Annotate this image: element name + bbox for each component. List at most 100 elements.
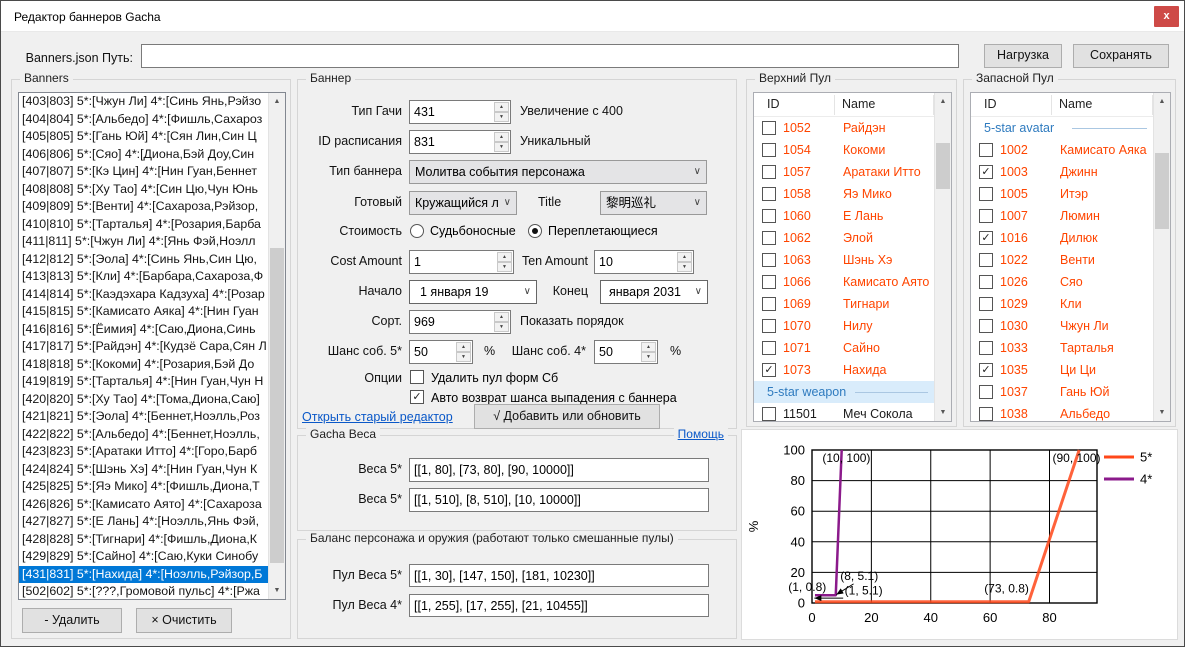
scrollbar-thumb[interactable]	[270, 248, 284, 563]
load-button[interactable]: Нагрузка	[984, 44, 1062, 68]
pool-row[interactable]: 1005Итэр	[971, 183, 1153, 205]
pool-row-checkbox[interactable]: ✓	[979, 363, 993, 377]
spin-down-icon[interactable]: ▼	[677, 262, 692, 272]
chance5-spinner[interactable]: 50 ▲▼	[409, 340, 473, 364]
option-remove-pool-checkbox[interactable]	[410, 370, 424, 384]
pool-weights5-input[interactable]	[409, 564, 709, 587]
pool-row[interactable]: 1054Кокоми	[754, 139, 934, 161]
pool-row[interactable]: 1058Яэ Мико	[754, 183, 934, 205]
list-item[interactable]: [405|805] 5*:[Гань Юй] 4*:[Сян Лин,Син Ц	[19, 128, 268, 146]
spin-down-icon[interactable]: ▼	[456, 352, 471, 362]
pool-row[interactable]: ✓1073Нахида	[754, 359, 934, 381]
pool-row-checkbox[interactable]	[979, 253, 993, 267]
spin-up-icon[interactable]: ▲	[677, 252, 692, 262]
pool-row-checkbox[interactable]	[762, 121, 776, 135]
pool-row-checkbox[interactable]	[979, 187, 993, 201]
weights4-input[interactable]	[409, 488, 709, 512]
list-item[interactable]: [406|806] 5*:[Сяо] 4*:[Диона,Бэй Доу,Син	[19, 146, 268, 164]
cost-radio-intertwined[interactable]	[528, 224, 542, 238]
upper-pool-table[interactable]: ID Name 1052Райдэн1054Кокоми1057Аратаки …	[753, 92, 952, 422]
list-item[interactable]: [411|811] 5*:[Чжун Ли] 4*:[Янь Фэй,Ноэлл	[19, 233, 268, 251]
list-item[interactable]: [408|808] 5*:[Ху Тао] 4*:[Син Цю,Чун Юнь	[19, 181, 268, 199]
scrollbar-thumb[interactable]	[1155, 153, 1169, 229]
pool-row-checkbox[interactable]	[762, 253, 776, 267]
list-item[interactable]: [427|827] 5*:[Е Лань] 4*:[Ноэлль,Янь Фэй…	[19, 513, 268, 531]
spinner-arrows[interactable]: ▲▼	[456, 342, 471, 362]
pool-row-checkbox[interactable]	[762, 319, 776, 333]
pool-row[interactable]: 1063Шэнь Хэ	[754, 249, 934, 271]
ten-amount-spinner[interactable]: 10 ▲▼	[594, 250, 694, 274]
pool-row[interactable]: ✓1003Джинн	[971, 161, 1153, 183]
prefab-select[interactable]: Кружащийся л ∨	[409, 191, 517, 215]
spinner-arrows[interactable]: ▲▼	[494, 312, 509, 332]
spinner-arrows[interactable]: ▲▼	[494, 132, 509, 152]
list-item[interactable]: [414|814] 5*:[Каэдэхара Кадзуха] 4*:[Роз…	[19, 286, 268, 304]
pool-row-checkbox[interactable]	[762, 143, 776, 157]
sort-spinner[interactable]: 969 ▲▼	[409, 310, 511, 334]
list-item[interactable]: [412|812] 5*:[Эола] 4*:[Синь Янь,Син Цю,	[19, 251, 268, 269]
list-item[interactable]: [429|829] 5*:[Сайно] 4*:[Саю,Куки Синобу	[19, 548, 268, 566]
scroll-down-icon[interactable]: ▼	[1154, 404, 1170, 421]
list-item[interactable]: [407|807] 5*:[Кэ Цин] 4*:[Нин Гуан,Бенне…	[19, 163, 268, 181]
pool-row[interactable]: 1022Венти	[971, 249, 1153, 271]
open-old-editor-link[interactable]: Открыть старый редактор	[302, 410, 453, 424]
path-input[interactable]	[141, 44, 959, 68]
chance4-spinner[interactable]: 50 ▲▼	[594, 340, 658, 364]
spinner-arrows[interactable]: ▲▼	[494, 102, 509, 122]
pool-row-checkbox[interactable]: ✓	[979, 231, 993, 245]
pool-row-checkbox[interactable]	[979, 385, 993, 399]
banner-type-select[interactable]: Молитва события персонажа ∨	[409, 160, 707, 184]
title-select[interactable]: 黎明巡礼 ∨	[600, 191, 707, 215]
pool-row-checkbox[interactable]	[979, 209, 993, 223]
list-item[interactable]: [409|809] 5*:[Венти] 4*:[Сахароза,Рэйзор…	[19, 198, 268, 216]
scroll-down-icon[interactable]: ▼	[935, 404, 951, 421]
help-link[interactable]: Помощь	[674, 427, 728, 441]
pool-row[interactable]: 1057Аратаки Итто	[754, 161, 934, 183]
clear-banners-button[interactable]: × Очистить	[136, 608, 232, 633]
list-item[interactable]: [423|823] 5*:[Аратаки Итто] 4*:[Горо,Бар…	[19, 443, 268, 461]
list-item[interactable]: [416|816] 5*:[Ёимия] 4*:[Саю,Диона,Синь	[19, 321, 268, 339]
pool-row-checkbox[interactable]	[762, 165, 776, 179]
upper-pool-scrollbar[interactable]: ▲ ▼	[934, 93, 951, 421]
banners-scrollbar[interactable]: ▲ ▼	[268, 93, 285, 599]
list-item[interactable]: [417|817] 5*:[Райдэн] 4*:[Кудзё Сара,Сян…	[19, 338, 268, 356]
list-item[interactable]: [418|818] 5*:[Кокоми] 4*:[Розария,Бэй До	[19, 356, 268, 374]
list-item[interactable]: [421|821] 5*:[Эола] 4*:[Беннет,Ноэлль,Ро…	[19, 408, 268, 426]
pool-row-checkbox[interactable]	[979, 319, 993, 333]
spin-up-icon[interactable]: ▲	[494, 312, 509, 322]
reserve-pool-table[interactable]: ID Name 5-star avatar1002Камисато Аяка✓1…	[970, 92, 1171, 422]
pool-row-checkbox[interactable]: ✓	[762, 363, 776, 377]
pool-row[interactable]: 1069Тигнари	[754, 293, 934, 315]
spin-down-icon[interactable]: ▼	[494, 142, 509, 152]
scrollbar-thumb[interactable]	[936, 143, 950, 189]
spin-up-icon[interactable]: ▲	[456, 342, 471, 352]
close-button[interactable]: x	[1154, 6, 1179, 27]
list-item[interactable]: [422|822] 5*:[Альбедо] 4*:[Беннет,Ноэлль…	[19, 426, 268, 444]
list-item[interactable]: [502|602] 5*:[???,Громовой пульс] 4*:[Рж…	[19, 583, 268, 599]
pool-row[interactable]: 1066Камисато Аято	[754, 271, 934, 293]
list-item[interactable]: [424|824] 5*:[Шэнь Хэ] 4*:[Нин Гуан,Чун …	[19, 461, 268, 479]
pool-row[interactable]: ✓1035Ци Ци	[971, 359, 1153, 381]
pool-row[interactable]: 1029Кли	[971, 293, 1153, 315]
scroll-up-icon[interactable]: ▲	[935, 93, 951, 110]
list-item[interactable]: [415|815] 5*:[Камисато Аяка] 4*:[Нин Гуа…	[19, 303, 268, 321]
delete-banner-button[interactable]: - Удалить	[22, 608, 122, 633]
list-item[interactable]: [413|813] 5*:[Кли] 4*:[Барбара,Сахароза,…	[19, 268, 268, 286]
pool-row[interactable]: 1030Чжун Ли	[971, 315, 1153, 337]
weights5-input[interactable]	[409, 458, 709, 482]
pool-row-checkbox[interactable]	[762, 275, 776, 289]
cost-radio-fate[interactable]	[410, 224, 424, 238]
pool-row[interactable]: 1037Гань Юй	[971, 381, 1153, 403]
list-item[interactable]: [419|819] 5*:[Тарталья] 4*:[Нин Гуан,Чун…	[19, 373, 268, 391]
list-item[interactable]: [428|828] 5*:[Тигнари] 4*:[Фишль,Диона,К	[19, 531, 268, 549]
pool-row-checkbox[interactable]	[979, 275, 993, 289]
pool-row[interactable]: ✓1016Дилюк	[971, 227, 1153, 249]
pool-row[interactable]: 1007Люмин	[971, 205, 1153, 227]
end-date-select[interactable]: января 2031 ∨	[600, 280, 708, 304]
pool-weights4-input[interactable]	[409, 594, 709, 617]
pool-row[interactable]: 1060Е Лань	[754, 205, 934, 227]
scroll-down-icon[interactable]: ▼	[269, 582, 285, 599]
spin-down-icon[interactable]: ▼	[494, 112, 509, 122]
spinner-arrows[interactable]: ▲▼	[641, 342, 656, 362]
pool-row[interactable]: 1002Камисато Аяка	[971, 139, 1153, 161]
